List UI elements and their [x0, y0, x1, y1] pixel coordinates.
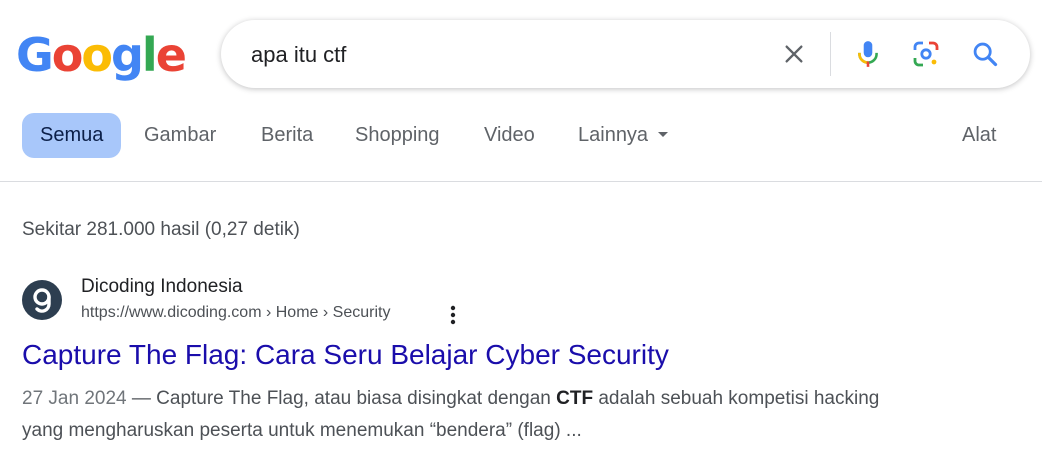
search-input[interactable] — [251, 42, 751, 68]
snippet-text: — Capture The Flag, atau biasa disingkat… — [126, 388, 557, 409]
tools-button[interactable]: Alat — [962, 113, 996, 158]
search-icon[interactable] — [968, 37, 1002, 71]
tab-all[interactable]: Semua — [22, 113, 122, 158]
tab-more[interactable]: Lainnya — [578, 113, 669, 158]
result-snippet: 27 Jan 2024 — Capture The Flag, atau bia… — [22, 383, 922, 447]
logo-letter: G — [16, 28, 54, 82]
tab-images[interactable]: Gambar — [144, 113, 216, 158]
result-site-name[interactable]: Dicoding Indonesia — [81, 276, 243, 298]
result-date: 27 Jan 2024 — [22, 388, 127, 409]
logo-letter: l — [141, 28, 158, 82]
result-title-link[interactable]: Capture The Flag: Cara Seru Belajar Cybe… — [22, 339, 669, 371]
tab-shopping[interactable]: Shopping — [355, 113, 440, 158]
result-url[interactable]: https://www.dicoding.com › Home › Securi… — [81, 304, 390, 322]
tab-video[interactable]: Video — [484, 113, 535, 158]
search-box-divider — [830, 32, 831, 76]
logo-letter: o — [51, 28, 84, 82]
snippet-keyword: CTF — [556, 388, 594, 409]
tab-more-label: Lainnya — [578, 124, 649, 146]
camera-lens-icon[interactable] — [909, 37, 943, 71]
result-stats: Sekitar 281.000 hasil (0,27 detik) — [22, 219, 300, 240]
logo-letter: o — [81, 28, 113, 82]
search-tabs: Semua Gambar Berita Shopping Video Lainn… — [22, 113, 1030, 159]
tab-news[interactable]: Berita — [261, 113, 313, 158]
chevron-down-icon — [658, 132, 669, 138]
logo-letter: e — [155, 28, 187, 82]
microphone-icon[interactable] — [851, 37, 885, 71]
more-vert-icon[interactable] — [443, 303, 463, 327]
google-logo[interactable]: Google — [16, 28, 187, 82]
search-box — [221, 20, 1030, 88]
close-icon[interactable] — [777, 37, 811, 71]
dicoding-logo-icon[interactable] — [22, 280, 62, 320]
header-divider — [0, 181, 1042, 182]
logo-letter: g — [110, 28, 144, 82]
search-results-page: Google apa itu ctf Semua Gambar Berita S… — [0, 0, 1042, 466]
